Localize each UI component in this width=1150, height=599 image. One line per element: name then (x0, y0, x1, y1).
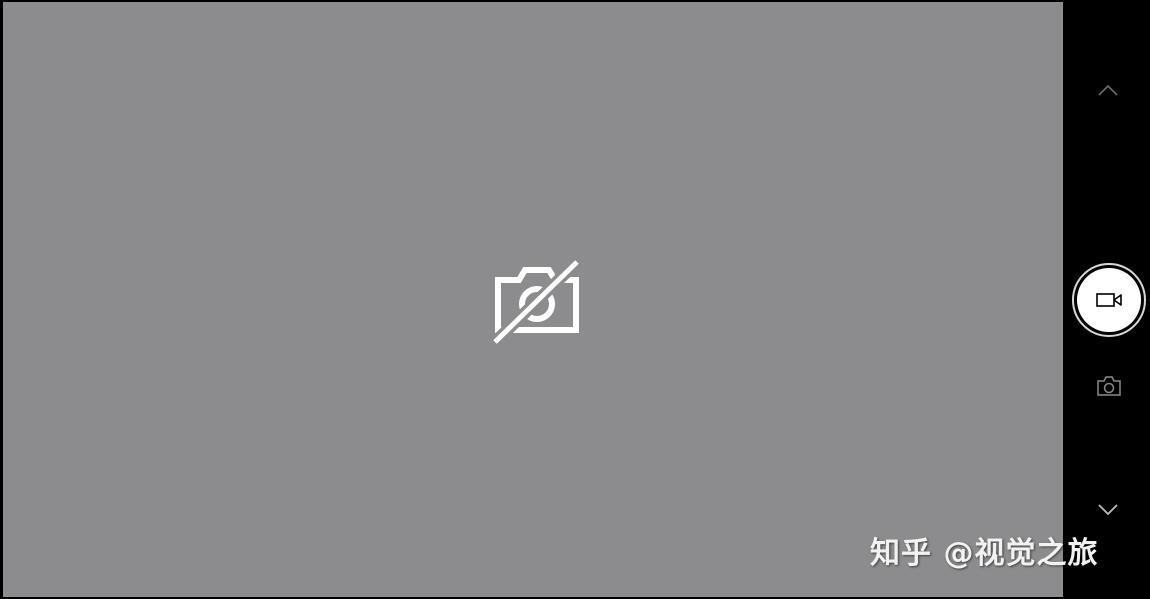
scroll-down-button[interactable] (1090, 496, 1126, 524)
camera-app: 知乎 @视觉之旅 (0, 0, 1150, 599)
shutter-face (1077, 268, 1141, 332)
record-video-button[interactable] (1072, 263, 1146, 337)
scroll-up-button[interactable] (1090, 76, 1126, 104)
photo-camera-icon (1097, 376, 1121, 396)
chevron-up-icon (1098, 84, 1118, 96)
camera-preview[interactable] (3, 2, 1063, 597)
chevron-down-icon (1098, 504, 1118, 516)
camera-off-icon (491, 258, 582, 347)
video-camera-icon (1096, 293, 1122, 307)
camera-controls-rail (1063, 0, 1150, 599)
watermark: 知乎 @视觉之旅 (870, 536, 1099, 571)
switch-to-photo-button[interactable] (1093, 370, 1125, 402)
